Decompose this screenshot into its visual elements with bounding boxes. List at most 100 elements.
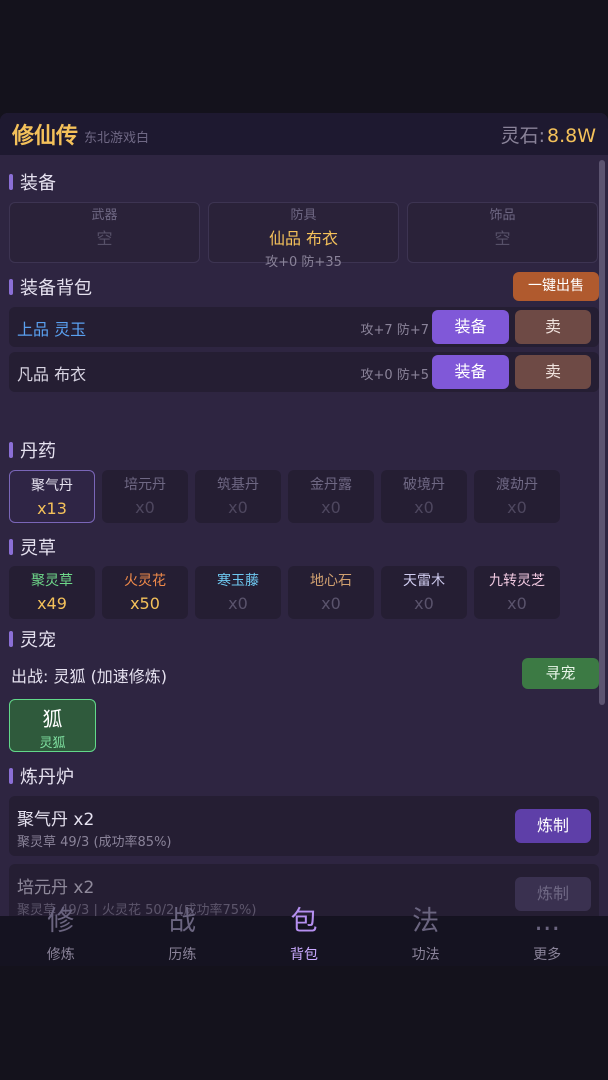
bag-item-stats: 攻+0 防+5 <box>360 368 429 383</box>
pill-name: 培元丹 <box>124 477 166 493</box>
nav-label: 功法 <box>411 947 440 963</box>
pill-count: x0 <box>414 498 434 517</box>
nav-skills[interactable]: 法功法 <box>365 907 487 966</box>
spirit-stone-balance: 灵石: 8.8W <box>501 121 596 148</box>
herb-name: 九转灵芝 <box>489 573 545 589</box>
herb-name: 地心石 <box>310 573 352 589</box>
section-pills: 丹药 <box>9 437 56 463</box>
currency-label: 灵石: <box>500 124 545 147</box>
pill-count: x0 <box>321 498 341 517</box>
nav-bag[interactable]: 包背包 <box>243 907 365 966</box>
herb-item[interactable]: 火灵花 x50 <box>102 566 188 619</box>
slot-armor[interactable]: 防具 仙品 布衣 攻+0 防+35 <box>208 202 399 270</box>
section-title: 丹药 <box>20 441 56 462</box>
pill-item[interactable]: 培元丹 x0 <box>102 470 188 523</box>
herb-count: x0 <box>507 594 527 613</box>
bag-item-stats: 攻+7 防+7 <box>360 323 429 338</box>
currency-value: 8.8W <box>546 124 596 147</box>
section-herbs: 灵草 <box>9 534 56 560</box>
game-window: 修仙传 东北游戏白 灵石: 8.8W 装备 武器 空 防具 仙品 布衣 攻+0 防… <box>0 113 608 966</box>
section-furnace: 炼丹炉 <box>9 763 74 789</box>
content-scroll[interactable]: 装备 武器 空 防具 仙品 布衣 攻+0 防+35 饰品 空 装备背包 一键出售… <box>0 155 608 917</box>
sell-button[interactable]: 卖 <box>515 355 591 389</box>
nav-label: 修炼 <box>46 947 75 963</box>
herb-name: 火灵花 <box>124 573 166 589</box>
active-pet-status: 出战: 灵狐 (加速修炼) <box>11 667 168 686</box>
bag-item-name: 上品 灵玉 <box>17 320 87 339</box>
pill-count: x0 <box>135 498 155 517</box>
bag-item-name: 凡品 布衣 <box>17 365 87 384</box>
nav-adventure[interactable]: 战历练 <box>122 907 244 966</box>
herb-item[interactable]: 天雷木 x0 <box>381 566 467 619</box>
pill-item[interactable]: 聚气丹 x13 <box>9 470 95 523</box>
nav-label: 背包 <box>289 947 318 963</box>
slot-value: 空 <box>96 229 113 248</box>
slot-value: 空 <box>494 229 511 248</box>
pill-count: x0 <box>228 498 248 517</box>
slot-value: 仙品 布衣 <box>268 229 339 248</box>
sell-button[interactable]: 卖 <box>515 310 591 344</box>
pet-name: 灵狐 <box>39 736 66 751</box>
herb-count: x0 <box>321 594 341 613</box>
scrollbar[interactable] <box>599 160 605 705</box>
section-equipment: 装备 <box>9 169 56 195</box>
section-marker <box>9 768 13 784</box>
cultivate-icon: 修 <box>47 906 75 937</box>
section-marker <box>9 442 13 458</box>
pet-card-fox[interactable]: 狐 灵狐 <box>9 699 96 752</box>
herb-name: 天雷木 <box>403 573 445 589</box>
slot-label: 防具 <box>290 208 317 223</box>
section-pet: 灵宠 <box>9 626 56 652</box>
slot-accessory[interactable]: 饰品 空 <box>407 202 598 263</box>
section-marker <box>9 539 13 555</box>
section-title: 装备背包 <box>20 278 92 299</box>
bottom-nav: 修修炼 战历练 包背包 法功法 ... 更多 <box>0 907 608 966</box>
equip-button[interactable]: 装备 <box>432 355 509 389</box>
more-icon: ... <box>534 906 561 937</box>
section-marker <box>9 631 13 647</box>
recipe-name: 聚气丹 x2 <box>17 810 95 830</box>
pill-item[interactable]: 破境丹 x0 <box>381 470 467 523</box>
equip-button[interactable]: 装备 <box>432 310 509 344</box>
nav-more[interactable]: ... 更多 <box>486 907 608 966</box>
slot-stats: 攻+0 防+35 <box>265 255 342 270</box>
section-marker <box>9 174 13 190</box>
pill-count: x13 <box>37 499 67 518</box>
slot-label: 饰品 <box>489 208 516 223</box>
slot-weapon[interactable]: 武器 空 <box>9 202 200 263</box>
pill-name: 金丹露 <box>310 477 352 493</box>
herb-count: x50 <box>130 594 160 613</box>
pill-name: 破境丹 <box>403 477 445 493</box>
pill-item[interactable]: 渡劫丹 x0 <box>474 470 560 523</box>
section-bag: 装备背包 <box>9 274 92 300</box>
section-title: 装备 <box>20 173 56 194</box>
herb-item[interactable]: 聚灵草 x49 <box>9 566 95 619</box>
herb-count: x0 <box>228 594 248 613</box>
pill-item[interactable]: 筑基丹 x0 <box>195 470 281 523</box>
recipe-desc: 聚灵草 49/3 (成功率85%) <box>17 835 172 850</box>
nav-label: 更多 <box>533 947 562 963</box>
refine-button[interactable]: 炼制 <box>515 809 591 843</box>
recipe-row: 聚气丹 x2 聚灵草 49/3 (成功率85%) 炼制 <box>9 796 599 856</box>
bag-row: 凡品 布衣 攻+0 防+5 装备 卖 <box>9 352 599 392</box>
pill-name: 聚气丹 <box>31 478 73 494</box>
section-title: 炼丹炉 <box>20 767 74 788</box>
pill-item[interactable]: 金丹露 x0 <box>288 470 374 523</box>
slot-label: 武器 <box>91 208 118 223</box>
bag-icon: 包 <box>290 906 318 937</box>
herb-count: x49 <box>37 594 67 613</box>
find-pet-button[interactable]: 寻宠 <box>522 658 599 689</box>
bag-row: 上品 灵玉 攻+7 防+7 装备 卖 <box>9 307 599 347</box>
app-subtitle: 东北游戏白 <box>84 130 150 146</box>
section-title: 灵宠 <box>20 630 56 651</box>
skills-icon: 法 <box>412 906 440 937</box>
pill-name: 渡劫丹 <box>496 477 538 493</box>
herb-item[interactable]: 地心石 x0 <box>288 566 374 619</box>
pill-name: 筑基丹 <box>217 477 259 493</box>
sell-all-button[interactable]: 一键出售 <box>513 272 599 301</box>
herb-item[interactable]: 九转灵芝 x0 <box>474 566 560 619</box>
battle-icon: 战 <box>168 906 196 937</box>
herb-item[interactable]: 寒玉藤 x0 <box>195 566 281 619</box>
herb-count: x0 <box>414 594 434 613</box>
nav-cultivate[interactable]: 修修炼 <box>0 907 122 966</box>
